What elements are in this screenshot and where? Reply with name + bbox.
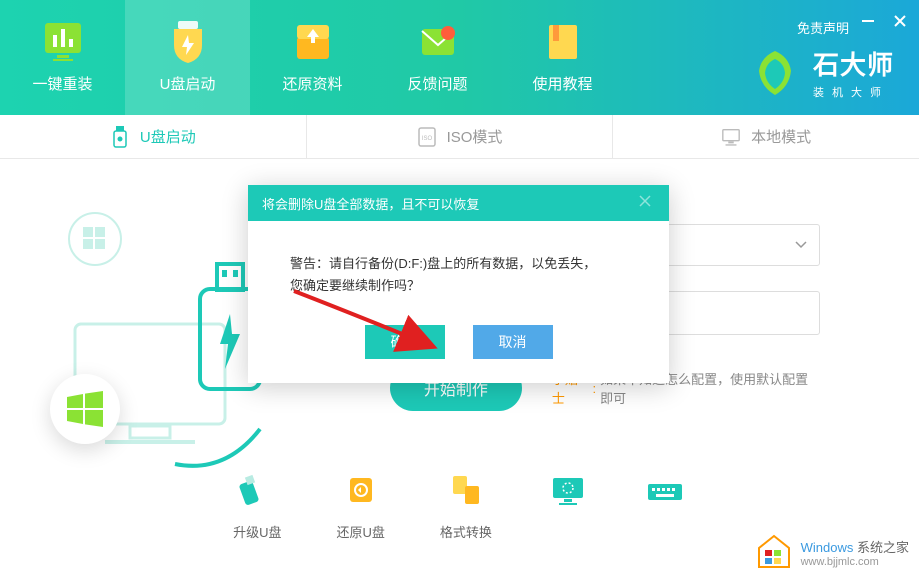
main-nav: 一键重装 U盘启动 还原资料 反馈问题 使用教程 xyxy=(0,0,625,115)
sub-tab-label: ISO模式 xyxy=(447,126,503,147)
monitor-action-icon xyxy=(547,472,589,508)
modal-header: 将会删除U盘全部数据，且不可以恢复 xyxy=(248,185,669,221)
tab-usb-boot[interactable]: U盘启动 xyxy=(125,0,250,115)
action-format-convert[interactable]: 格式转换 xyxy=(440,472,492,541)
sub-tab-local[interactable]: 本地模式 xyxy=(613,115,919,158)
sub-tab-iso[interactable]: ISO ISO模式 xyxy=(307,115,614,158)
modal-close-button[interactable] xyxy=(639,195,655,211)
close-button[interactable] xyxy=(893,14,907,28)
action-label: 升级U盘 xyxy=(233,522,281,541)
modal-warning-line1: 警告：请自行备份(D:F:)盘上的所有数据，以免丢失， xyxy=(290,253,627,275)
action-label: 格式转换 xyxy=(440,522,492,541)
watermark: Windows 系统之家 www.bjjmlc.com xyxy=(755,533,909,571)
chevron-down-icon xyxy=(795,241,807,249)
bar-chart-icon xyxy=(43,21,83,63)
action-restore-usb[interactable]: 还原U盘 xyxy=(336,472,384,541)
sub-tab-label: U盘启动 xyxy=(140,126,196,147)
disclaimer-link[interactable]: 免责声明 xyxy=(797,18,849,37)
confirm-modal: 将会删除U盘全部数据，且不可以恢复 警告：请自行备份(D:F:)盘上的所有数据，… xyxy=(248,185,669,383)
tab-feedback[interactable]: 反馈问题 xyxy=(375,0,500,115)
modal-cancel-button[interactable]: 取消 xyxy=(473,325,553,359)
watermark-text: 系统之家 xyxy=(857,540,909,555)
book-icon xyxy=(543,21,583,63)
modal-title: 将会删除U盘全部数据，且不可以恢复 xyxy=(262,194,479,213)
action-item-5[interactable] xyxy=(644,472,686,541)
svg-text:ISO: ISO xyxy=(421,136,432,142)
sub-tab-label: 本地模式 xyxy=(751,126,811,147)
restore-icon xyxy=(293,21,333,63)
nav-label: U盘启动 xyxy=(160,73,216,94)
nav-label: 使用教程 xyxy=(532,73,592,94)
tab-tutorial[interactable]: 使用教程 xyxy=(500,0,625,115)
brand-title: 石大师 xyxy=(813,45,894,82)
envelope-icon xyxy=(418,21,458,63)
modal-confirm-button[interactable]: 确定 xyxy=(365,325,445,359)
shield-usb-icon xyxy=(168,21,208,63)
app-header: 免责声明 一键重装 U盘启动 还原资料 反馈问题 xyxy=(0,0,919,115)
tab-reinstall[interactable]: 一键重装 xyxy=(0,0,125,115)
sub-tabs: U盘启动 ISO ISO模式 本地模式 xyxy=(0,115,919,159)
convert-icon xyxy=(445,472,487,508)
action-label: 还原U盘 xyxy=(336,522,384,541)
brand-subtitle: 装机大师 xyxy=(813,84,894,100)
nav-label: 还原资料 xyxy=(282,73,342,94)
action-item-4[interactable] xyxy=(547,472,589,541)
sub-tab-usb[interactable]: U盘启动 xyxy=(0,115,307,158)
monitor-icon xyxy=(721,126,741,148)
minimize-button[interactable] xyxy=(861,14,875,28)
nav-label: 一键重装 xyxy=(32,73,92,94)
watermark-url: www.bjjmlc.com xyxy=(801,556,909,568)
iso-icon: ISO xyxy=(417,126,437,148)
keyboard-icon xyxy=(644,472,686,508)
brand: 石大师 装机大师 xyxy=(749,45,894,100)
tab-restore[interactable]: 还原资料 xyxy=(250,0,375,115)
nav-label: 反馈问题 xyxy=(407,73,467,94)
usb-upgrade-icon xyxy=(236,472,278,508)
brand-logo-icon xyxy=(749,47,801,99)
windows-fab[interactable] xyxy=(50,374,120,444)
windows-icon xyxy=(63,387,107,431)
usb-icon xyxy=(110,126,130,148)
close-icon xyxy=(639,195,651,207)
modal-body: 警告：请自行备份(D:F:)盘上的所有数据，以免丢失， 您确定要继续制作吗？ 确… xyxy=(248,221,669,383)
modal-warning-line2: 您确定要继续制作吗？ xyxy=(290,275,627,297)
bottom-actions: 升级U盘 还原U盘 格式转换 xyxy=(0,472,919,541)
usb-restore-icon xyxy=(340,472,382,508)
action-upgrade-usb[interactable]: 升级U盘 xyxy=(233,472,281,541)
windows-house-icon xyxy=(755,533,793,571)
